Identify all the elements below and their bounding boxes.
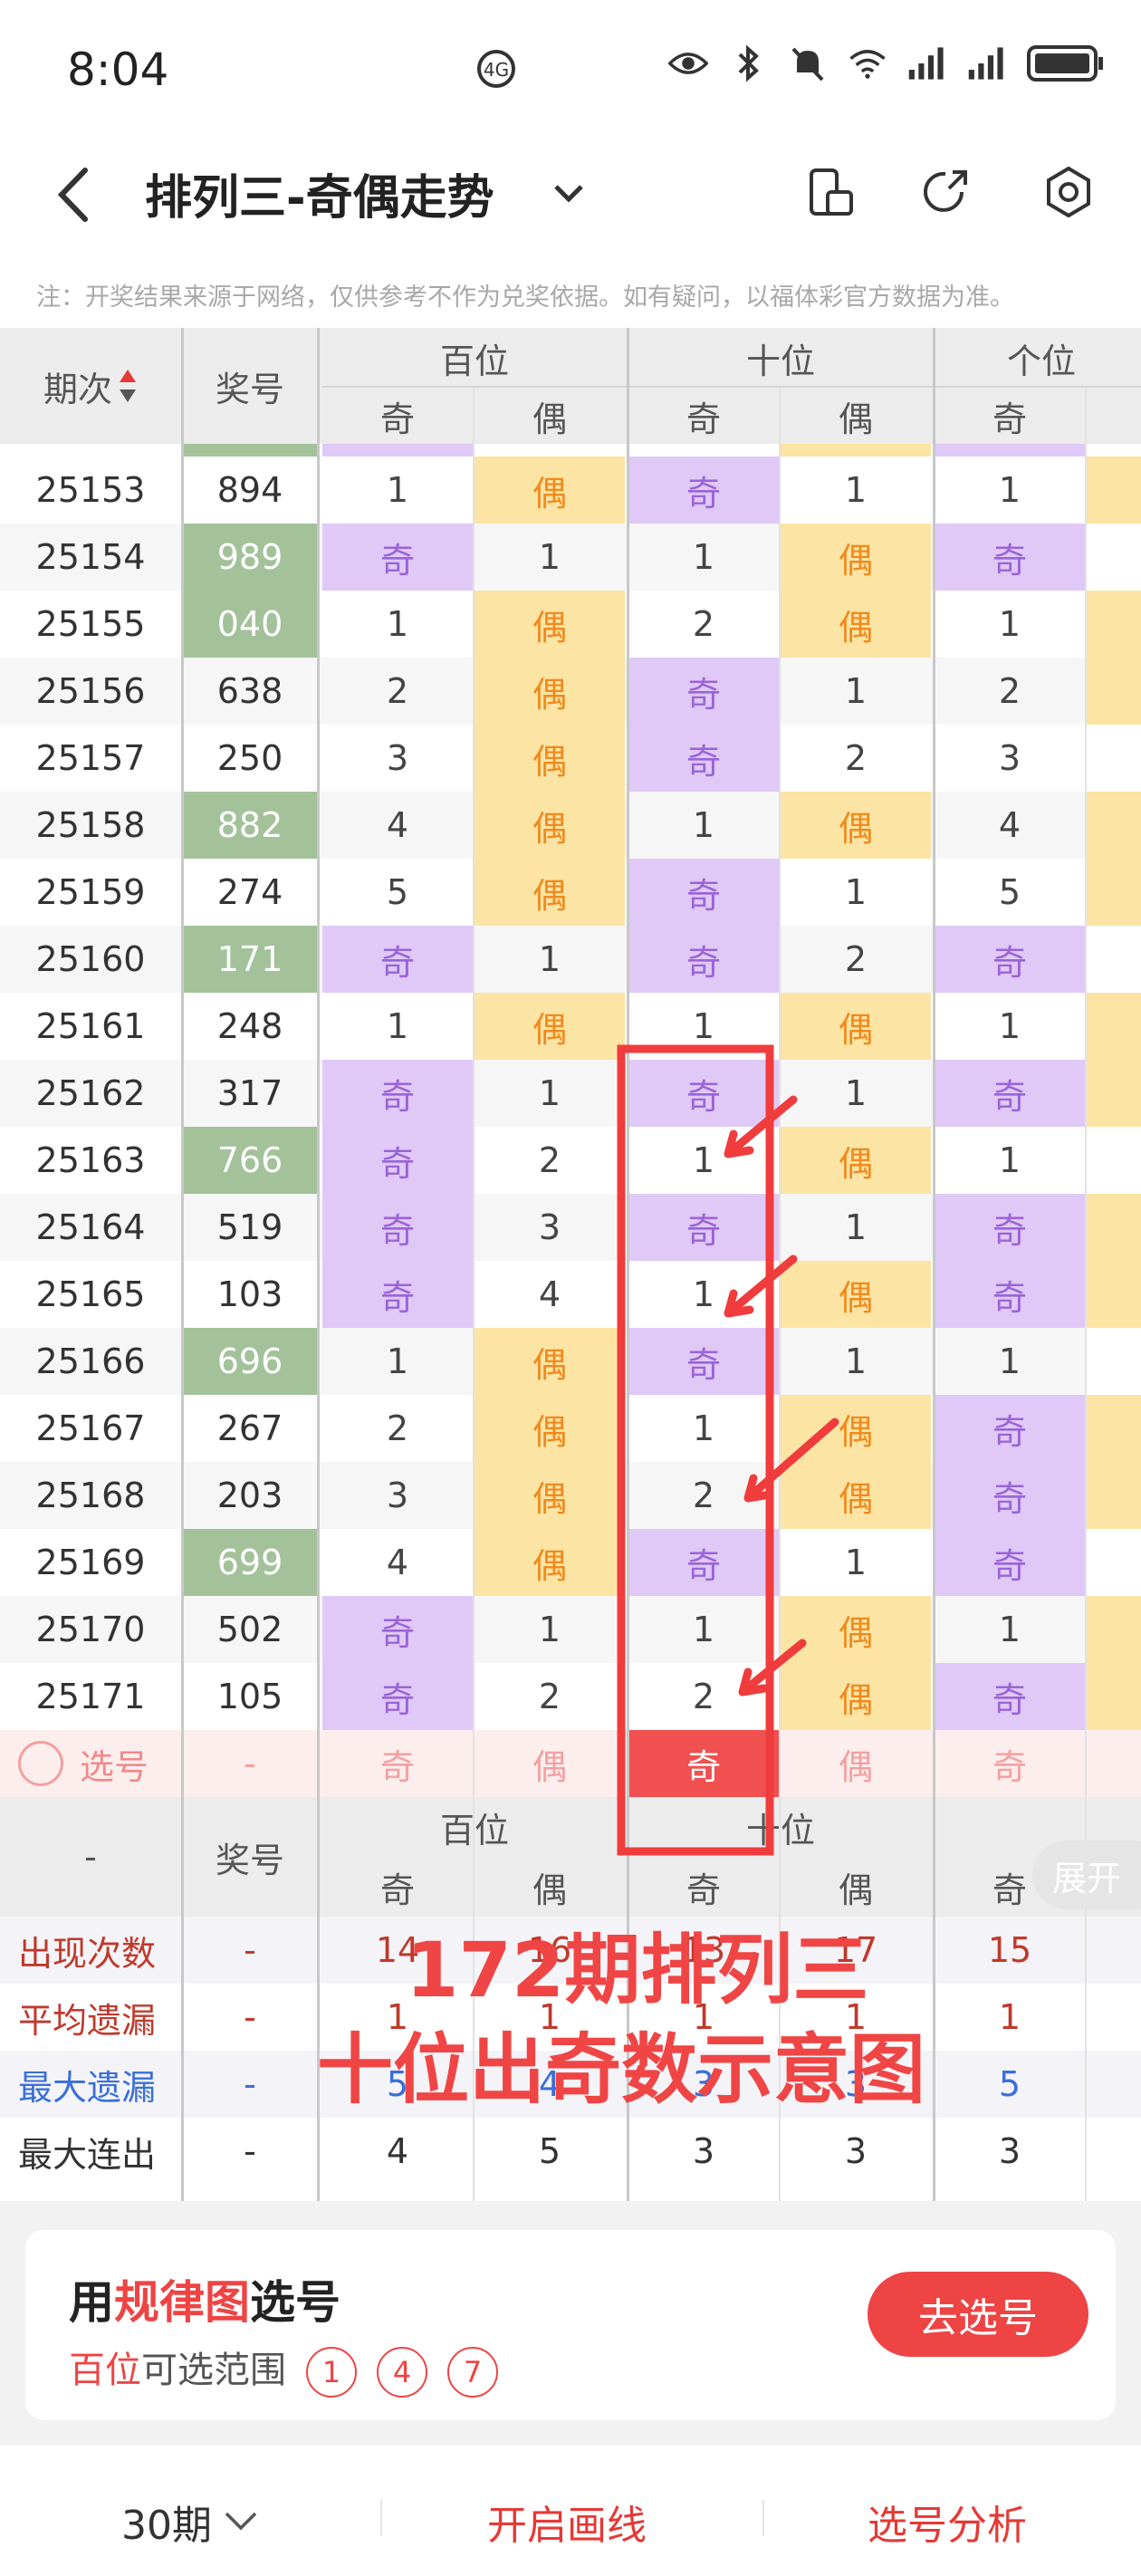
bottom-bar: 30期 开启画线 选号分析: [0, 2446, 1141, 2576]
highlight-box: [617, 1044, 774, 1856]
pick-title-pre: 用: [69, 2276, 114, 2329]
arrow-icon: [724, 1095, 798, 1158]
overlay-title-line2: 十位出奇数示意图: [317, 2025, 926, 2114]
pick-analysis-button[interactable]: 选号分析: [868, 2493, 1027, 2551]
annotation-overlay: [617, 1044, 839, 1856]
pick-range-label: 可选范围: [141, 2350, 286, 2391]
periods-label: 30期: [121, 2503, 212, 2549]
pick-title-post: 选号: [250, 2276, 340, 2329]
pick-range: 百位可选范围 1 4 7: [69, 2341, 498, 2398]
range-ball: 4: [377, 2347, 427, 2398]
pick-title: 用规律图选号: [69, 2266, 340, 2331]
range-ball: 1: [306, 2347, 357, 2398]
periods-selector[interactable]: 30期: [121, 2493, 259, 2551]
divider: [762, 2500, 764, 2536]
pick-title-highlight: 规律图: [114, 2276, 250, 2329]
arrow-icon: [724, 1254, 798, 1318]
range-ball: 7: [447, 2347, 498, 2398]
pick-card: 用规律图选号 百位可选范围 1 4 7 去选号: [25, 2230, 1116, 2420]
chevron-down-icon: [225, 2512, 257, 2531]
overlay-title-line1: 172期排列三: [406, 1926, 869, 2014]
pick-range-position: 百位: [69, 2350, 141, 2391]
go-pick-button[interactable]: 去选号: [868, 2272, 1088, 2357]
divider: [380, 2500, 382, 2536]
arrow-icon: [743, 1418, 839, 1503]
annotation-arrows: [724, 1095, 839, 1697]
draw-line-button[interactable]: 开启画线: [487, 2493, 647, 2551]
